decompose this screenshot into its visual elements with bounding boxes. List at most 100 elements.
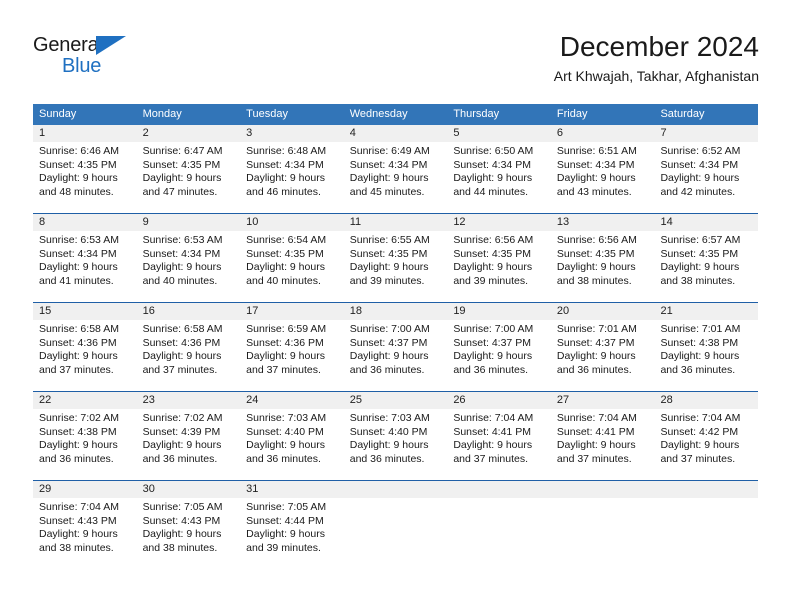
day-details: Sunrise: 6:49 AM Sunset: 4:34 PM Dayligh… [344,142,448,199]
day-details: Sunrise: 6:47 AM Sunset: 4:35 PM Dayligh… [137,142,241,199]
sunset-text: Sunset: 4:34 PM [349,158,428,171]
day-cell[interactable]: 22 Sunrise: 7:02 AM Sunset: 4:38 PM Dayl… [33,392,137,480]
daylight-text-line1: Daylight: 9 hours [660,439,740,452]
day-cell[interactable]: 26 Sunrise: 7:04 AM Sunset: 4:41 PM Dayl… [447,392,551,480]
day-cell[interactable]: 3 Sunrise: 6:48 AM Sunset: 4:34 PM Dayli… [240,125,344,213]
sunset-text: Sunset: 4:35 PM [39,158,117,171]
daylight-text-line1: Daylight: 9 hours [349,172,429,185]
sunset-text: Sunset: 4:37 PM [453,336,531,349]
day-number: 28 [654,392,759,409]
day-cell[interactable]: 30 Sunrise: 7:05 AM Sunset: 4:43 PM Dayl… [136,481,241,569]
day-cell[interactable]: 6 Sunrise: 6:51 AM Sunset: 4:34 PM Dayli… [550,125,655,213]
day-details: Sunrise: 6:51 AM Sunset: 4:34 PM Dayligh… [551,142,655,199]
day-number: 31 [240,481,344,498]
day-cell[interactable]: 17 Sunrise: 6:59 AM Sunset: 4:36 PM Dayl… [240,303,344,391]
daylight-text-line1: Daylight: 9 hours [142,261,222,274]
day-cell[interactable]: 1 Sunrise: 6:46 AM Sunset: 4:35 PM Dayli… [33,125,137,213]
day-number: 25 [343,392,448,409]
day-number: 20 [550,303,655,320]
day-details: Sunrise: 6:53 AM Sunset: 4:34 PM Dayligh… [137,231,241,288]
day-number: 23 [136,392,241,409]
sunset-text: Sunset: 4:34 PM [142,247,221,260]
day-details: Sunrise: 7:04 AM Sunset: 4:43 PM Dayligh… [33,498,137,555]
sunset-text: Sunset: 4:36 PM [39,336,117,349]
day-cell[interactable]: 20 Sunrise: 7:01 AM Sunset: 4:37 PM Dayl… [550,303,655,391]
day-cell[interactable]: 11 Sunrise: 6:55 AM Sunset: 4:35 PM Dayl… [343,214,448,302]
day-cell[interactable]: 31 Sunrise: 7:05 AM Sunset: 4:44 PM Dayl… [240,481,344,569]
daylight-text-line2: and 36 minutes. [39,452,114,465]
daylight-text-line2: and 37 minutes. [556,452,632,465]
sunset-text: Sunset: 4:35 PM [349,247,428,260]
day-details: Sunrise: 7:00 AM Sunset: 4:37 PM Dayligh… [344,320,448,377]
day-number: 18 [343,303,448,320]
day-cell[interactable]: 14 Sunrise: 6:57 AM Sunset: 4:35 PM Dayl… [654,214,759,302]
day-number: 10 [240,214,344,231]
day-cell[interactable]: 28 Sunrise: 7:04 AM Sunset: 4:42 PM Dayl… [654,392,759,480]
sunrise-text: Sunrise: 6:50 AM [453,145,534,157]
day-cell[interactable]: 7 Sunrise: 6:52 AM Sunset: 4:34 PM Dayli… [654,125,759,213]
sunrise-text: Sunrise: 6:58 AM [142,323,223,335]
day-cell[interactable]: 8 Sunrise: 6:53 AM Sunset: 4:34 PM Dayli… [33,214,137,302]
daylight-text-line1: Daylight: 9 hours [142,172,222,185]
day-cell[interactable]: 9 Sunrise: 6:53 AM Sunset: 4:34 PM Dayli… [136,214,241,302]
sunset-text: Sunset: 4:35 PM [660,247,739,260]
day-number: 8 [33,214,137,231]
daylight-text-line1: Daylight: 9 hours [660,261,740,274]
daylight-text-line2: and 39 minutes. [349,274,425,287]
day-cell[interactable]: 16 Sunrise: 6:58 AM Sunset: 4:36 PM Dayl… [136,303,241,391]
sunrise-text: Sunrise: 7:01 AM [660,323,741,335]
sunrise-text: Sunrise: 6:52 AM [660,145,741,157]
daylight-text-line1: Daylight: 9 hours [246,261,325,274]
weekday-header-monday: Monday [142,108,182,120]
day-cell[interactable]: 24 Sunrise: 7:03 AM Sunset: 4:40 PM Dayl… [240,392,344,480]
sunset-text: Sunset: 4:37 PM [556,336,635,349]
daylight-text-line2: and 41 minutes. [39,274,114,287]
daylight-text-line1: Daylight: 9 hours [453,172,533,185]
day-cell[interactable]: 13 Sunrise: 6:56 AM Sunset: 4:35 PM Dayl… [550,214,655,302]
daylight-text-line2: and 46 minutes. [246,185,321,198]
day-cell[interactable]: 2 Sunrise: 6:47 AM Sunset: 4:35 PM Dayli… [136,125,241,213]
day-details: Sunrise: 6:52 AM Sunset: 4:34 PM Dayligh… [654,142,758,199]
sunrise-text: Sunrise: 7:04 AM [39,501,119,513]
daylight-text-line2: and 44 minutes. [453,185,529,198]
sunrise-text: Sunrise: 7:00 AM [453,323,534,335]
day-cell-empty [550,481,655,569]
day-details: Sunrise: 6:55 AM Sunset: 4:35 PM Dayligh… [344,231,448,288]
sunset-text: Sunset: 4:35 PM [142,158,221,171]
week-row: 29 Sunrise: 7:04 AM Sunset: 4:43 PM Dayl… [33,480,759,569]
day-cell[interactable]: 10 Sunrise: 6:54 AM Sunset: 4:35 PM Dayl… [240,214,344,302]
day-cell[interactable]: 19 Sunrise: 7:00 AM Sunset: 4:37 PM Dayl… [447,303,551,391]
day-details: Sunrise: 7:02 AM Sunset: 4:39 PM Dayligh… [137,409,241,466]
sunrise-text: Sunrise: 7:05 AM [142,501,223,513]
daylight-text-line1: Daylight: 9 hours [556,172,636,185]
sunrise-text: Sunrise: 6:56 AM [453,234,534,246]
day-cell[interactable]: 23 Sunrise: 7:02 AM Sunset: 4:39 PM Dayl… [136,392,241,480]
daylight-text-line2: and 47 minutes. [142,185,218,198]
day-cell[interactable]: 12 Sunrise: 6:56 AM Sunset: 4:35 PM Dayl… [447,214,551,302]
daylight-text-line2: and 37 minutes. [453,452,529,465]
day-cell[interactable]: 27 Sunrise: 7:04 AM Sunset: 4:41 PM Dayl… [550,392,655,480]
sunrise-text: Sunrise: 6:54 AM [246,234,327,246]
day-cell[interactable]: 18 Sunrise: 7:00 AM Sunset: 4:37 PM Dayl… [343,303,448,391]
day-cell[interactable]: 21 Sunrise: 7:01 AM Sunset: 4:38 PM Dayl… [654,303,759,391]
day-details: Sunrise: 7:02 AM Sunset: 4:38 PM Dayligh… [33,409,137,466]
calendar-grid: Sunday Monday Tuesday Wednesday Thursday… [33,104,759,569]
day-number: 17 [240,303,344,320]
day-cell[interactable]: 15 Sunrise: 6:58 AM Sunset: 4:36 PM Dayl… [33,303,137,391]
daylight-text-line2: and 36 minutes. [660,363,736,376]
weekday-header-wednesday: Wednesday [349,108,408,120]
day-cell[interactable]: 29 Sunrise: 7:04 AM Sunset: 4:43 PM Dayl… [33,481,137,569]
daylight-text-line2: and 37 minutes. [142,363,218,376]
daylight-text-line1: Daylight: 9 hours [142,439,222,452]
day-cell[interactable]: 25 Sunrise: 7:03 AM Sunset: 4:40 PM Dayl… [343,392,448,480]
sunset-text: Sunset: 4:34 PM [39,247,117,260]
day-cell[interactable]: 4 Sunrise: 6:49 AM Sunset: 4:34 PM Dayli… [343,125,448,213]
day-cell[interactable]: 5 Sunrise: 6:50 AM Sunset: 4:34 PM Dayli… [447,125,551,213]
sunset-text: Sunset: 4:35 PM [453,247,531,260]
day-details: Sunrise: 7:05 AM Sunset: 4:43 PM Dayligh… [137,498,241,555]
general-blue-logo[interactable]: General Blue [33,34,143,82]
sunrise-text: Sunrise: 7:04 AM [556,412,637,424]
sunrise-text: Sunrise: 7:03 AM [349,412,430,424]
day-details: Sunrise: 6:57 AM Sunset: 4:35 PM Dayligh… [654,231,758,288]
daylight-text-line2: and 39 minutes. [246,541,321,554]
